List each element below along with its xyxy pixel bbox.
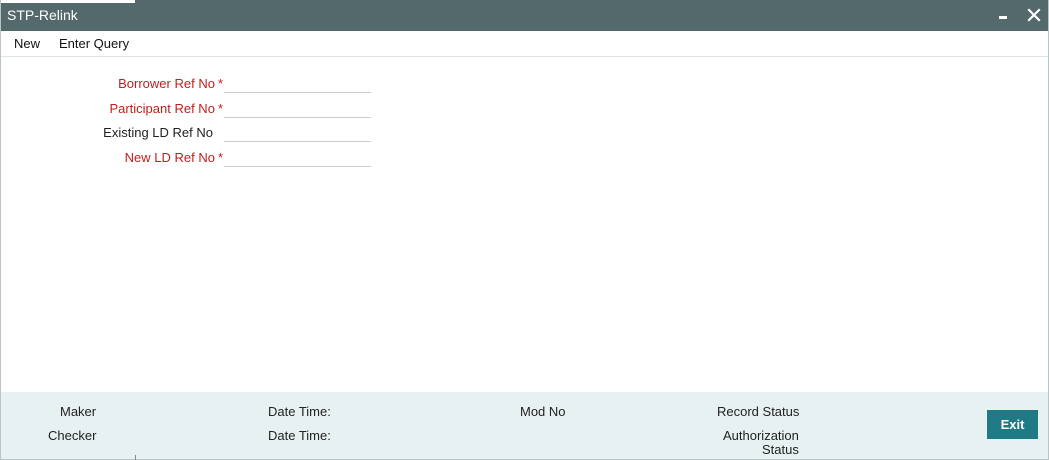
checker-label: Checker [48, 428, 97, 443]
existing-ld-ref-label: Existing LD Ref No [1, 125, 213, 140]
menu-enter-query[interactable]: Enter Query [59, 36, 129, 51]
title-bar: STP-Relink [1, 0, 1048, 31]
close-icon[interactable] [1026, 6, 1042, 24]
checker-date-time-label: Date Time: [268, 428, 331, 443]
stp-relink-window: STP-Relink New Enter Query Borrower Ref … [0, 0, 1049, 460]
footer-divider [135, 455, 136, 460]
maker-date-time-label: Date Time: [268, 404, 331, 419]
exit-button[interactable]: Exit [987, 410, 1038, 439]
new-ld-ref-input[interactable] [224, 147, 371, 167]
required-marker: * [217, 150, 223, 165]
minimize-icon[interactable] [996, 6, 1012, 24]
authorization-status-label-line2: Status [762, 442, 799, 457]
participant-ref-label: Participant Ref No * [1, 101, 223, 116]
required-marker: * [217, 76, 223, 91]
title-accent-bar [1, 0, 135, 3]
audit-footer: Maker Checker Date Time: Date Time: Mod … [1, 392, 1048, 459]
window-title: STP-Relink [7, 7, 78, 23]
participant-ref-label-text: Participant Ref No [109, 101, 215, 116]
authorization-status-label-line1: Authorization [723, 428, 799, 443]
borrower-ref-label: Borrower Ref No * [1, 76, 223, 91]
new-ld-ref-label-text: New LD Ref No [124, 150, 215, 165]
record-status-label: Record Status [717, 404, 800, 419]
borrower-ref-label-text: Borrower Ref No [118, 76, 215, 91]
required-marker: * [217, 101, 223, 116]
menu-new[interactable]: New [14, 36, 40, 51]
borrower-ref-input[interactable] [224, 73, 371, 93]
menu-bar: New Enter Query [1, 31, 1048, 57]
maker-label: Maker [60, 404, 97, 419]
mod-no-label: Mod No [520, 404, 566, 419]
new-ld-ref-label: New LD Ref No * [1, 150, 223, 165]
participant-ref-input[interactable] [224, 98, 371, 118]
existing-ld-ref-input[interactable] [224, 122, 371, 142]
existing-ld-ref-label-text: Existing LD Ref No [103, 125, 213, 140]
